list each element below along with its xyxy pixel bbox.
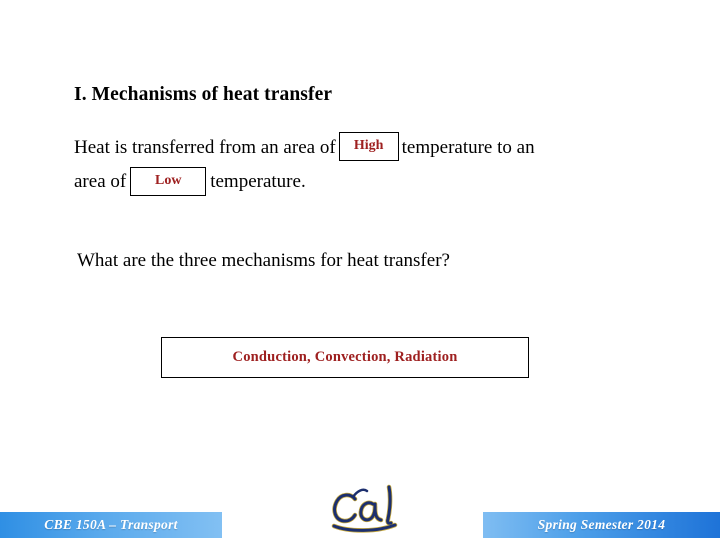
blank-low-box[interactable]: Low: [130, 167, 207, 197]
body-text-segment-2: temperature to an: [401, 137, 535, 158]
footer-term-label: Spring Semester 2014: [537, 517, 666, 532]
footer-term-bar: Spring Semester 2014: [483, 512, 720, 538]
question-text: What are the three mechanisms for heat t…: [77, 250, 450, 271]
footer-course-label: CBE 150A – Transport: [44, 517, 178, 532]
body-text-segment-4: temperature.: [210, 171, 306, 193]
blank-high-box[interactable]: High: [338, 132, 399, 162]
footer-course-bar: CBE 150A – Transport: [0, 512, 222, 538]
body-line-2: area of Low temperature.: [74, 166, 674, 197]
body-paragraph: Heat is transferred from an area of High t…: [74, 132, 674, 197]
answer-text: Conduction, Convection, Radiation: [232, 349, 458, 365]
slide-canvas: I. Mechanisms of heat transfer Heat is t…: [0, 0, 720, 540]
body-text-segment-3: area of: [74, 171, 127, 193]
page-title: I. Mechanisms of heat transfer: [74, 84, 333, 105]
body-text-segment-1: Heat is transferred from an area of: [74, 137, 336, 158]
cal-logo: [325, 482, 407, 534]
answer-box[interactable]: Conduction, Convection, Radiation: [161, 337, 529, 378]
